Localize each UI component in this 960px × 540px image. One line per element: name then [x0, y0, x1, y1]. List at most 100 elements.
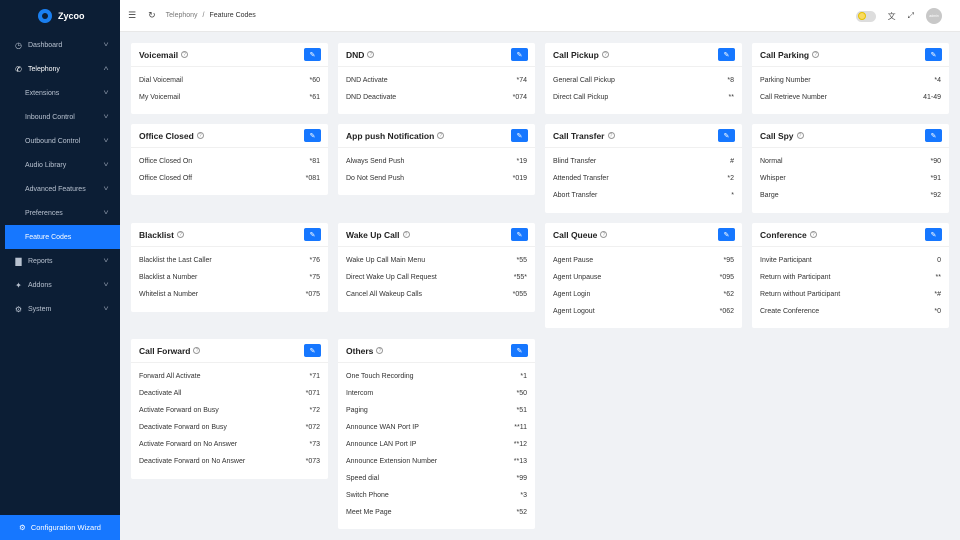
- help-icon[interactable]: ?: [181, 51, 189, 58]
- code-value: *8: [727, 77, 734, 84]
- code-row: Office Closed On *81: [131, 153, 328, 170]
- code-value: *71: [309, 373, 320, 380]
- chart-icon: ▇: [15, 256, 22, 266]
- edit-button[interactable]: ✎: [511, 48, 528, 61]
- edit-button[interactable]: ✎: [304, 129, 321, 142]
- sidebar-item-extensions[interactable]: Extensions ˅: [0, 81, 120, 105]
- code-row: My Voicemail *61: [131, 89, 328, 106]
- edit-button[interactable]: ✎: [718, 228, 735, 241]
- code-label: Abort Transfer: [553, 192, 598, 199]
- sidebar-item-inbound-control[interactable]: Inbound Control ˅: [0, 105, 120, 129]
- code-row: Always Send Push *19: [338, 153, 535, 170]
- sidebar-item-label: Advanced Features: [25, 185, 86, 193]
- code-row: Intercom *50: [338, 385, 535, 402]
- edit-button[interactable]: ✎: [304, 344, 321, 357]
- help-icon[interactable]: ?: [437, 132, 445, 139]
- code-label: Paging: [346, 407, 368, 414]
- code-value: 0: [937, 257, 941, 264]
- help-icon[interactable]: ?: [193, 347, 201, 354]
- edit-icon: ✎: [723, 51, 730, 59]
- sidebar-item-addons[interactable]: ✦ Addons ˅: [0, 273, 120, 297]
- code-label: Activate Forward on Busy: [139, 407, 219, 414]
- help-icon[interactable]: ?: [402, 231, 410, 238]
- help-icon[interactable]: ?: [607, 132, 615, 139]
- menu-toggle-icon[interactable]: ☰: [128, 10, 136, 21]
- code-label: DND Deactivate: [346, 94, 397, 101]
- code-value: *071: [305, 390, 320, 397]
- code-row: Agent Login *62: [545, 286, 742, 303]
- code-value: *50: [516, 390, 527, 397]
- help-icon[interactable]: ?: [367, 51, 375, 58]
- edit-button[interactable]: ✎: [511, 129, 528, 142]
- addons-icon: ✦: [15, 280, 22, 290]
- edit-button[interactable]: ✎: [511, 228, 528, 241]
- edit-button[interactable]: ✎: [718, 48, 735, 61]
- code-value: **13: [513, 458, 527, 465]
- sidebar-item-outbound-control[interactable]: Outbound Control ˅: [0, 129, 120, 153]
- code-label: DND Activate: [346, 77, 388, 84]
- edit-button[interactable]: ✎: [718, 129, 735, 142]
- sidebar: Zycoo ◷ Dashboard ˅ ✆ Telephony ˄ Extensions ˅ I…: [0, 0, 120, 540]
- code-row: Dial Voicemail *60: [131, 72, 328, 89]
- fullscreen-icon[interactable]: ⤢: [908, 11, 914, 21]
- help-icon[interactable]: ?: [809, 231, 817, 238]
- help-icon[interactable]: ?: [601, 51, 609, 58]
- card-header: Conference? ✎: [752, 223, 949, 247]
- code-row: Announce Extension Number **13: [338, 453, 535, 470]
- sidebar-item-advanced-features[interactable]: Advanced Features ˅: [0, 177, 120, 201]
- code-value: *76: [309, 257, 320, 264]
- edit-button[interactable]: ✎: [304, 48, 321, 61]
- edit-button[interactable]: ✎: [925, 228, 942, 241]
- sidebar-item-preferences[interactable]: Preferences ˅: [0, 201, 120, 225]
- code-row: Deactivate Forward on No Answer *073: [131, 453, 328, 470]
- sidebar-item-system[interactable]: ⚙ System ˅: [0, 297, 120, 321]
- sidebar-item-audio-library[interactable]: Audio Library ˅: [0, 153, 120, 177]
- edit-button[interactable]: ✎: [925, 129, 942, 142]
- help-icon[interactable]: ?: [812, 51, 820, 58]
- code-value: *095: [719, 274, 734, 281]
- card-header: Wake Up Call? ✎: [338, 223, 535, 247]
- sidebar-item-telephony[interactable]: ✆ Telephony ˄: [0, 57, 120, 81]
- code-value: *1: [520, 373, 527, 380]
- help-icon[interactable]: ?: [376, 347, 384, 354]
- code-label: Cancel All Wakeup Calls: [346, 291, 422, 298]
- breadcrumb-telephony[interactable]: Telephony: [166, 12, 198, 19]
- code-label: Forward All Activate: [139, 373, 201, 380]
- edit-button[interactable]: ✎: [304, 228, 321, 241]
- code-row: Blind Transfer #: [545, 153, 742, 170]
- sidebar-item-label: Feature Codes: [25, 233, 72, 241]
- code-value: *91: [930, 175, 941, 182]
- code-value: *019: [512, 175, 527, 182]
- card-title: Others: [346, 345, 374, 356]
- code-label: Intercom: [346, 390, 374, 397]
- avatar[interactable]: admin: [926, 8, 942, 24]
- edit-button[interactable]: ✎: [925, 48, 942, 61]
- sidebar-item-reports[interactable]: ▇ Reports ˅: [0, 249, 120, 273]
- code-value: *52: [516, 509, 527, 516]
- code-list: Agent Pause *95 Agent Unpause *095 Agent Log…: [545, 247, 742, 320]
- code-label: Parking Number: [760, 77, 811, 84]
- sidebar-item-dashboard[interactable]: ◷ Dashboard ˅: [0, 33, 120, 57]
- help-icon[interactable]: ?: [196, 132, 204, 139]
- code-label: Create Conference: [760, 308, 820, 315]
- code-row: Call Retrieve Number 41-49: [752, 89, 949, 106]
- code-value: *#: [934, 291, 941, 298]
- code-value: **: [728, 94, 734, 101]
- card-call-pickup: Call Pickup? ✎ General Call Pickup *8 Direct…: [545, 43, 742, 114]
- dashboard-icon: ◷: [15, 40, 22, 50]
- sidebar-item-feature-codes[interactable]: Feature Codes: [5, 225, 120, 249]
- edit-button[interactable]: ✎: [511, 344, 528, 357]
- code-label: Agent Login: [553, 291, 591, 298]
- refresh-icon[interactable]: ↻: [148, 10, 156, 21]
- code-list: Forward All Activate *71 Deactivate All *07…: [131, 363, 328, 470]
- code-label: Deactivate Forward on No Answer: [139, 458, 246, 465]
- code-label: Barge: [760, 192, 779, 199]
- help-icon[interactable]: ?: [796, 132, 804, 139]
- translate-icon[interactable]: 文: [888, 11, 896, 22]
- code-value: *74: [516, 77, 527, 84]
- card-header: Blacklist? ✎: [131, 223, 328, 247]
- theme-toggle[interactable]: [855, 10, 876, 22]
- help-icon[interactable]: ?: [600, 231, 608, 238]
- configuration-wizard-button[interactable]: ⚙ Configuration Wizard: [0, 515, 120, 540]
- help-icon[interactable]: ?: [176, 231, 184, 238]
